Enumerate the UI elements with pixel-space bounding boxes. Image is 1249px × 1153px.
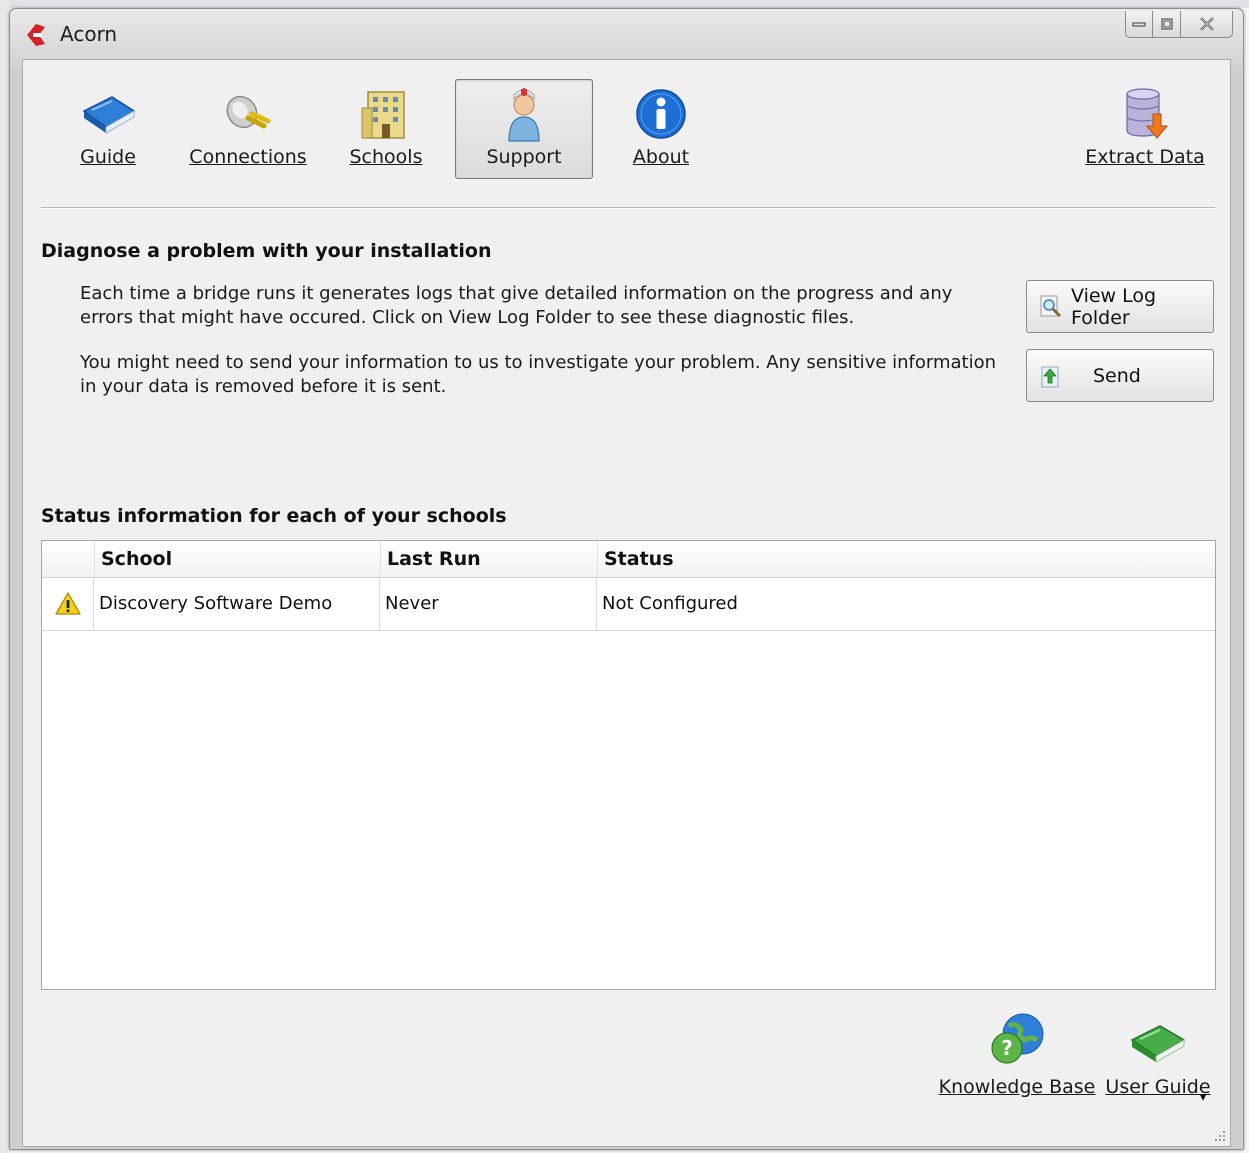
toolbar-schools-button[interactable]: Schools [349,80,423,178]
user-guide-button[interactable]: User Guide [1103,1012,1213,1112]
desktop-background [0,0,1249,8]
database-export-icon [1113,84,1177,144]
desktop-background-left [0,0,9,1153]
close-icon [1199,17,1214,31]
view-log-folder-button[interactable]: View Log Folder [1026,280,1214,333]
warning-icon [54,591,81,615]
dropdown-arrow-icon[interactable]: ▾ [1200,1090,1206,1104]
diagnose-logs-text: Each time a bridge runs it generates log… [80,283,953,328]
column-header-status[interactable]: Status [597,541,1197,577]
maximize-icon [1160,18,1173,30]
school-status-table: School Last Run Status Discovery Softwar… [41,540,1216,990]
window-controls [1125,11,1233,38]
row-school-cell: Discovery Software Demo [94,577,380,630]
toolbar-about-button[interactable]: About [629,80,693,178]
window-title: Acorn [60,22,118,46]
toolbar-extract-data-label: Extract Data [1085,146,1205,168]
knowledge-base-button[interactable]: ? Knowledge Base [939,1012,1095,1112]
toolbar-support-button[interactable]: Support [455,79,593,179]
toolbar-extract-data-button[interactable]: Extract Data [1085,80,1205,178]
table-row[interactable]: Discovery Software Demo Never Not Config… [42,577,1215,631]
table-header: School Last Run Status [42,541,1215,578]
maximize-button[interactable] [1153,11,1181,38]
toolbar-guide-button[interactable]: Guide [73,80,143,178]
column-header-last-run[interactable]: Last Run [380,541,597,577]
toolbar-connections-label: Connections [189,146,307,168]
toolbar-schools-label: Schools [349,146,423,168]
app-window: Acorn Guide Connections Schools Support … [9,8,1244,1150]
book-icon [76,84,140,144]
toolbar-support-label: Support [486,146,562,168]
acorn-logo-icon [23,22,49,48]
column-header-school[interactable]: School [94,541,380,577]
resize-grip-icon[interactable] [1214,1130,1226,1142]
green-book-icon [1128,1012,1188,1072]
row-last-run-cell: Never [380,577,597,630]
info-icon [629,84,693,144]
upload-icon [1039,362,1063,390]
svg-text:?: ? [1001,1036,1013,1060]
knowledge-base-label: Knowledge Base [938,1076,1096,1098]
minimize-button[interactable] [1125,11,1153,38]
building-icon [354,84,418,144]
magnifier-icon [1039,293,1063,321]
toolbar-divider [41,207,1215,209]
title-bar[interactable]: Acorn [10,9,1243,59]
toolbar-about-label: About [632,146,690,168]
diagnose-heading: Diagnose a problem with your installatio… [41,240,492,262]
plug-icon [216,84,280,144]
diagnose-send-text: You might need to send your information … [80,352,997,397]
row-status-icon-cell [42,577,94,630]
minimize-icon [1132,22,1146,27]
globe-help-icon: ? [987,1012,1047,1072]
toolbar-connections-button[interactable]: Connections [189,80,307,178]
send-button[interactable]: Send [1026,349,1214,402]
toolbar-guide-label: Guide [80,146,136,168]
status-heading: Status information for each of your scho… [41,505,507,527]
support-person-icon [492,84,556,144]
user-guide-label: User Guide [1105,1076,1211,1098]
main-panel: Guide Connections Schools Support About … [22,59,1231,1147]
send-label: Send [1093,364,1141,387]
close-button[interactable] [1181,11,1233,38]
row-status-cell: Not Configured [602,593,738,614]
view-log-folder-label: View Log Folder [1071,284,1157,329]
